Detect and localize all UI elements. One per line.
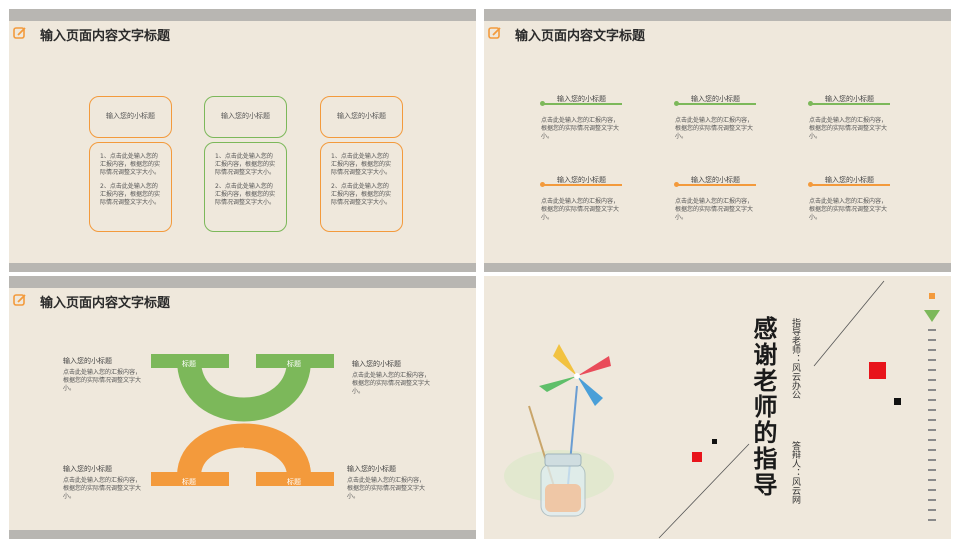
item-dot	[540, 101, 545, 106]
item-line	[676, 103, 756, 105]
item-line	[676, 184, 756, 186]
black-square-decor	[894, 398, 901, 405]
card-item: 1、点击此处输入您的汇报内容，根据您的实际情况调整文字大小。	[331, 153, 392, 176]
arc-label: 标题	[182, 478, 196, 486]
card-title: 输入您的小标题	[106, 112, 155, 120]
card-item: 2、点击此处输入您的汇报内容，根据您的实际情况调整文字大小。	[215, 183, 276, 206]
block-title: 输入您的小标题	[352, 360, 401, 368]
item-dot	[674, 101, 679, 106]
arc-label: 标题	[287, 478, 301, 486]
card-body-box: 1、点击此处输入您的汇报内容，根据您的实际情况调整文字大小。 2、点击此处输入您的…	[89, 142, 172, 232]
item-line	[542, 103, 622, 105]
slide-4[interactable]: 感谢老师的指导 指导老师：风云办公 答辩人：风云网	[484, 276, 951, 539]
top-bar	[9, 276, 476, 288]
edit-icon	[488, 27, 501, 39]
page-title: 输入页面内容文字标题	[40, 29, 171, 44]
block-title: 输入您的小标题	[63, 465, 112, 473]
card-title-box: 输入您的小标题	[89, 96, 172, 138]
slide-2[interactable]: 输入页面内容文字标题 输入您的小标题 点击此处输入您的汇报内容，根据您的实际情况…	[484, 9, 951, 272]
bottom-bar	[9, 263, 476, 272]
item-desc: 点击此处输入您的汇报内容，根据您的实际情况调整文字大小。	[809, 117, 888, 140]
item-line	[810, 103, 890, 105]
block-title: 输入您的小标题	[63, 357, 112, 365]
card-title: 输入您的小标题	[337, 112, 386, 120]
slide-1[interactable]: 输入页面内容文字标题 输入您的小标题 1、点击此处输入您的汇报内容，根据您的实际…	[9, 9, 476, 272]
item-line	[542, 184, 622, 186]
item-dot	[674, 182, 679, 187]
card-title-box: 输入您的小标题	[320, 96, 403, 138]
bottom-bar	[9, 530, 476, 539]
top-bar	[484, 9, 951, 21]
card-title: 输入您的小标题	[221, 112, 270, 120]
arc-label: 标题	[182, 360, 196, 368]
item-dot	[808, 101, 813, 106]
block-desc: 点击此处输入您的汇报内容，根据您的实际情况调整文字大小。	[63, 369, 142, 392]
card-item: 2、点击此处输入您的汇报内容，根据您的实际情况调整文字大小。	[331, 183, 392, 206]
page-title: 输入页面内容文字标题	[40, 296, 171, 311]
red-square-decor	[692, 452, 702, 462]
edit-icon	[13, 27, 26, 39]
edit-icon	[13, 294, 26, 306]
item-dot	[808, 182, 813, 187]
card-body-box: 1、点击此处输入您的汇报内容，根据您的实际情况调整文字大小。 2、点击此处输入您的…	[320, 142, 403, 232]
item-desc: 点击此处输入您的汇报内容，根据您的实际情况调整文字大小。	[675, 117, 754, 140]
page-title: 输入页面内容文字标题	[515, 29, 646, 44]
green-triangle-icon	[924, 310, 940, 322]
bottom-bar	[484, 263, 951, 272]
item-line	[810, 184, 890, 186]
advisor-text: 指导老师：风云办公	[790, 318, 800, 399]
item-desc: 点击此处输入您的汇报内容，根据您的实际情况调整文字大小。	[541, 117, 620, 140]
slide-3[interactable]: 输入页面内容文字标题 标题 标题 标题 标题 输入您的小标题 点击此处输入您的汇…	[9, 276, 476, 539]
item-desc: 点击此处输入您的汇报内容，根据您的实际情况调整文字大小。	[541, 198, 620, 221]
item-dot	[540, 182, 545, 187]
item-desc: 点击此处输入您的汇报内容，根据您的实际情况调整文字大小。	[809, 198, 888, 221]
arc-label: 标题	[287, 360, 301, 368]
block-desc: 点击此处输入您的汇报内容，根据您的实际情况调整文字大小。	[352, 372, 431, 395]
card-item: 2、点击此处输入您的汇报内容，根据您的实际情况调整文字大小。	[100, 183, 161, 206]
defender-text: 答辩人：风云网	[790, 441, 800, 504]
item-desc: 点击此处输入您的汇报内容，根据您的实际情况调整文字大小。	[675, 198, 754, 221]
card-title-box: 输入您的小标题	[204, 96, 287, 138]
thanks-title: 感谢老师的指导	[749, 316, 777, 498]
red-square-decor	[869, 362, 886, 379]
block-desc: 点击此处输入您的汇报内容，根据您的实际情况调整文字大小。	[63, 477, 142, 500]
block-desc: 点击此处输入您的汇报内容，根据您的实际情况调整文字大小。	[347, 477, 426, 500]
top-bar	[9, 9, 476, 21]
diagonal-lines	[658, 280, 885, 539]
block-title: 输入您的小标题	[347, 465, 396, 473]
card-item: 1、点击此处输入您的汇报内容，根据您的实际情况调整文字大小。	[215, 153, 276, 176]
black-square-decor	[712, 439, 717, 444]
card-body-box: 1、点击此处输入您的汇报内容，根据您的实际情况调整文字大小。 2、点击此处输入您的…	[204, 142, 287, 232]
orange-square-decor	[929, 293, 935, 299]
interlocking-arcs-graphic	[151, 354, 334, 486]
card-item: 1、点击此处输入您的汇报内容，根据您的实际情况调整文字大小。	[100, 153, 161, 176]
scale-ticks	[928, 329, 936, 521]
